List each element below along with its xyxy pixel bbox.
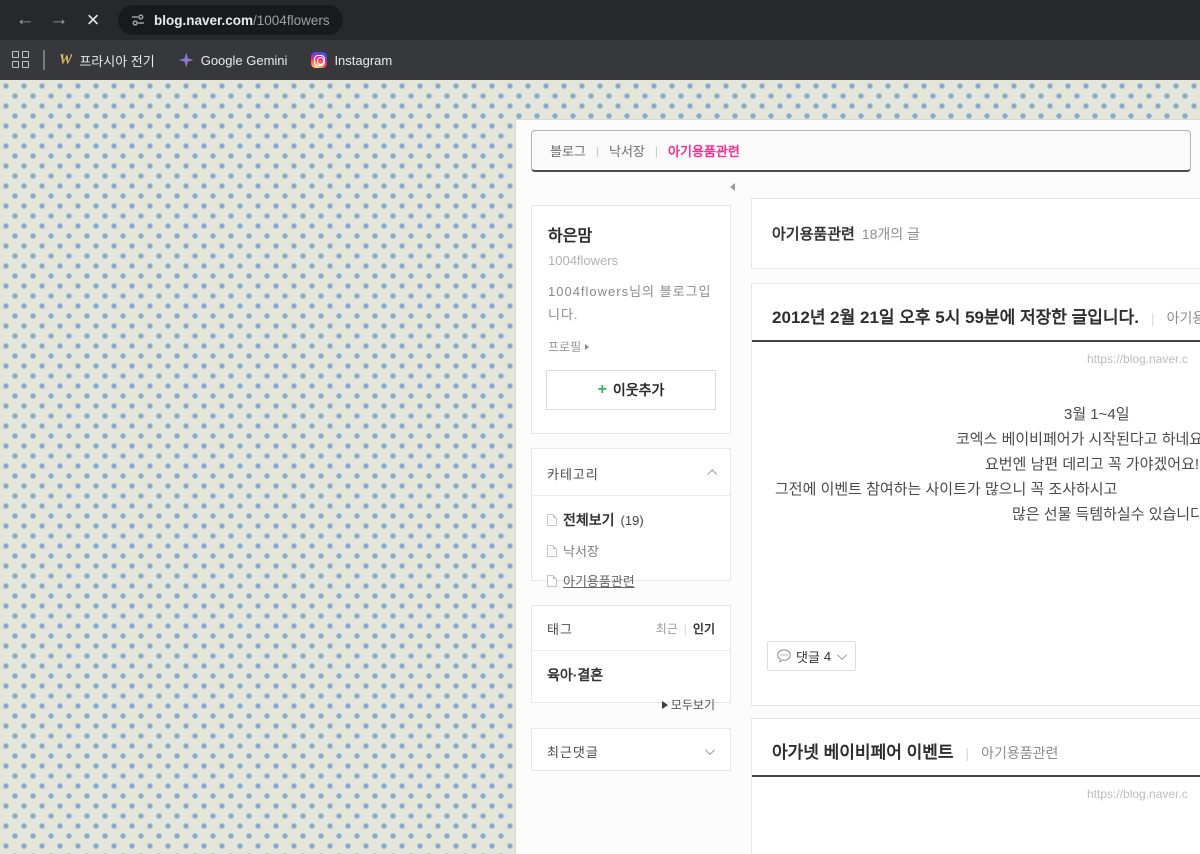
gemini-favicon-icon (179, 53, 194, 68)
back-button[interactable]: ← (8, 5, 42, 35)
url-bar[interactable]: blog.naver.com/1004flowers (118, 5, 343, 35)
title-underline (752, 775, 1200, 777)
category-item-all[interactable]: 전체보기 (19) (547, 510, 715, 530)
post-list-header: 아기용품관련 18개의 글 (751, 198, 1200, 269)
bookmark-instagram[interactable]: Instagram (311, 52, 392, 68)
post-body-line: 코엑스 베이비페어가 시작된다고 하네요 (956, 427, 1200, 452)
comments-label: 댓글 (796, 647, 820, 666)
tab-separator: | (596, 144, 599, 158)
apps-grid-icon[interactable] (12, 51, 30, 69)
tag-title: 태그 (547, 619, 573, 638)
post-category-link[interactable]: 아기용품관련 (981, 743, 1058, 763)
url-text: blog.naver.com/1004flowers (154, 13, 330, 28)
post-body-line: 많은 선물 득템하실수 있습니다. (1012, 502, 1200, 527)
title-separator: | (1151, 310, 1155, 326)
arrow-right-icon (585, 344, 589, 350)
profile-description: 1004flowers님의 블로그입니다. (548, 280, 714, 326)
list-count: 18개의 글 (862, 224, 920, 244)
category-item-scribble[interactable]: 낙서장 (547, 541, 715, 560)
bookmark-gemini[interactable]: Google Gemini (179, 53, 288, 68)
forward-button[interactable]: → (42, 5, 76, 35)
chevron-up-icon[interactable] (707, 469, 717, 479)
tab-scribble[interactable]: 낙서장 (609, 141, 645, 160)
post-url: https://blog.naver.c (752, 787, 1200, 801)
tab-blog[interactable]: 블로그 (550, 141, 586, 160)
prasia-favicon-icon: W (59, 52, 72, 69)
document-icon (547, 545, 557, 557)
tag-sort-recent[interactable]: 최근 (656, 620, 678, 637)
collapse-left-icon (730, 183, 735, 191)
tab-separator: | (655, 144, 658, 158)
add-neighbor-label: 이웃추가 (613, 380, 665, 400)
arrow-right-icon (662, 701, 668, 709)
plus-icon: + (598, 381, 607, 399)
post-category-link[interactable]: 아기용품관련 (1167, 308, 1200, 328)
tag-widget: 태그 최근 | 인기 육아·결혼 모두보기 (531, 605, 731, 703)
post-title[interactable]: 2012년 2월 21일 오후 5시 59분에 저장한 글입니다. (772, 303, 1139, 328)
tab-baby-goods[interactable]: 아기용품관련 (668, 141, 740, 160)
post-body-line: 요번엔 남편 데리고 꼭 가야겠어요! (985, 452, 1200, 477)
bookmarks-bar: W 프라시아 전기 Google Gemini Instagram (0, 40, 1200, 80)
bookmark-prasia[interactable]: W 프라시아 전기 (59, 51, 155, 70)
bookmark-label: Instagram (334, 53, 392, 68)
instagram-favicon-icon (311, 52, 327, 68)
post-body: 3월 1~4일 코엑스 베이비페어가 시작된다고 하네요 요번엔 남편 데리고 … (752, 402, 1200, 527)
profile-link-label: 프로필 (548, 338, 581, 355)
category-title: 카테고리 (547, 464, 599, 483)
tag-view-all[interactable]: 모두보기 (547, 696, 715, 713)
blog-nav-tabbar: 블로그 | 낙서장 | 아기용품관련 (531, 130, 1191, 172)
category-widget: 카테고리 전체보기 (19) 낙서장 아기용품관련 (531, 448, 731, 581)
add-neighbor-button[interactable]: + 이웃추가 (546, 370, 716, 410)
bookmark-label: 프라시아 전기 (79, 51, 154, 70)
comments-count: 4 (824, 649, 831, 664)
recent-comments-widget: 최근댓글 (531, 728, 731, 771)
post-item: 아가넷 베이비페어 이벤트 | 아기용품관련 https://blog.nave… (751, 718, 1200, 854)
tag-item[interactable]: 육아·결혼 (547, 665, 715, 685)
blog-panel: 블로그 | 낙서장 | 아기용품관련 하은맘 1004flowers 1004f… (515, 119, 1200, 854)
post-body-line: 3월 1~4일 (1064, 402, 1200, 427)
profile-widget: 하은맘 1004flowers 1004flowers님의 블로그입니다. 프로… (531, 205, 731, 434)
document-icon (547, 514, 557, 526)
category-label: 낙서장 (563, 541, 599, 560)
divider (532, 495, 730, 496)
chevron-down-icon[interactable] (705, 745, 715, 755)
url-path: /1004flowers (253, 13, 330, 28)
site-settings-icon[interactable] (130, 12, 146, 28)
browser-toolbar: ← → × blog.naver.com/1004flowers (0, 0, 1200, 40)
category-item-baby-goods[interactable]: 아기용품관련 (547, 571, 715, 590)
comments-button[interactable]: 댓글 4 (767, 641, 856, 671)
view-all-label: 모두보기 (671, 696, 715, 713)
stop-button[interactable]: × (76, 5, 110, 35)
title-underline (752, 340, 1200, 342)
profile-blog-id: 1004flowers (548, 253, 714, 268)
category-label: 전체보기 (563, 510, 615, 530)
post-body-line: 그전에 이벤트 참여하는 사이트가 많으니 꼭 조사하시고 (775, 477, 1200, 502)
tag-sort-divider: | (684, 622, 687, 636)
url-host: blog.naver.com (154, 13, 253, 28)
post-url: https://blog.naver.c (752, 352, 1200, 366)
document-icon (547, 575, 557, 587)
screen: ← → × blog.naver.com/1004flowers W 프라시아 … (0, 0, 1200, 854)
post-item: 2012년 2월 21일 오후 5시 59분에 저장한 글입니다. | 아기용품… (751, 283, 1200, 706)
chevron-down-icon (837, 650, 847, 660)
list-category: 아기용품관련 (772, 223, 855, 244)
bookmarks-separator (43, 50, 45, 70)
category-count: (19) (621, 513, 644, 528)
post-title[interactable]: 아가넷 베이비페어 이벤트 (772, 738, 954, 763)
recent-comments-title: 최근댓글 (547, 742, 599, 761)
bookmark-label: Google Gemini (201, 53, 288, 68)
sidebar-collapse-button[interactable] (726, 182, 738, 192)
profile-link[interactable]: 프로필 (548, 338, 714, 355)
profile-nickname: 하은맘 (548, 222, 714, 246)
tag-sort-popular[interactable]: 인기 (693, 620, 715, 637)
comment-bubble-icon (776, 649, 792, 663)
divider (532, 650, 730, 651)
title-separator: | (966, 745, 970, 761)
category-label: 아기용품관련 (563, 571, 635, 590)
